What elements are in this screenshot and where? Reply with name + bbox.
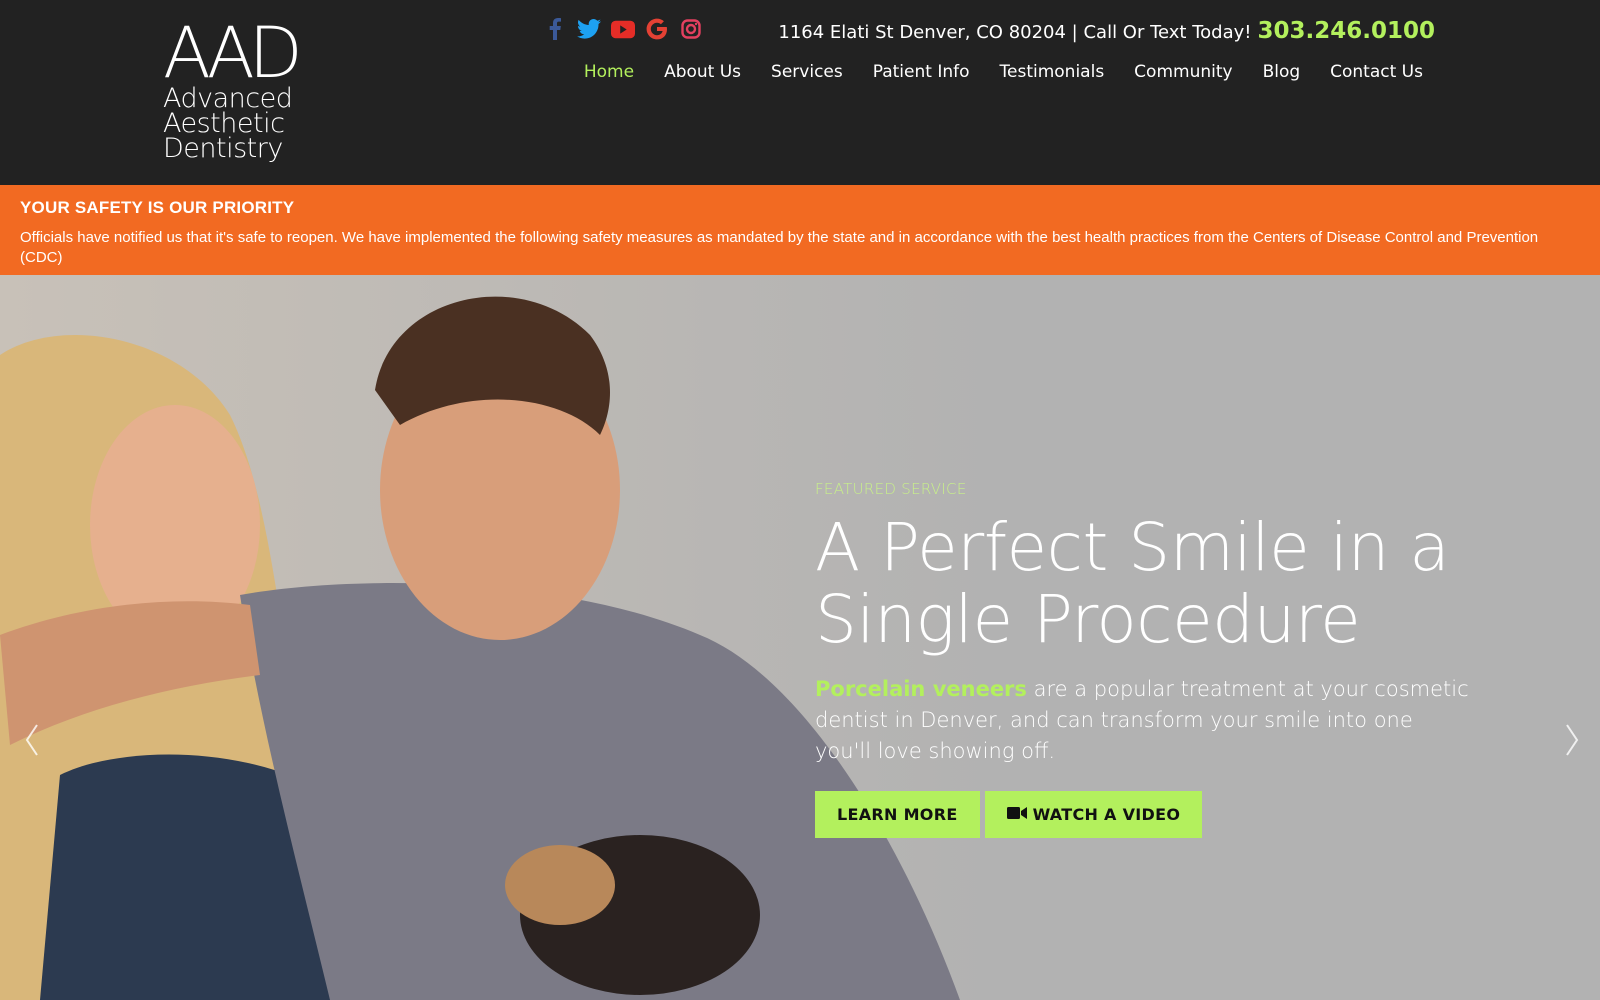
- nav-testimonials[interactable]: Testimonials: [1000, 62, 1105, 82]
- learn-more-button[interactable]: LEARN MORE: [815, 791, 980, 838]
- featured-service-label: FEATURED SERVICE: [815, 480, 967, 498]
- hero-buttons: LEARN MORE WATCH A VIDEO: [815, 791, 1475, 838]
- watch-video-button[interactable]: WATCH A VIDEO: [984, 791, 1203, 838]
- slider-next-icon[interactable]: [1562, 720, 1582, 760]
- nav-contact-us[interactable]: Contact Us: [1330, 62, 1423, 82]
- contact-line: 1164 Elati St Denver, CO 80204 | Call Or…: [778, 18, 1435, 44]
- main-nav: Home About Us Services Patient Info Test…: [584, 62, 1423, 82]
- banner-title: YOUR SAFETY IS OUR PRIORITY: [20, 198, 295, 217]
- hero-copy: FEATURED SERVICE A Perfect Smile in a Si…: [815, 480, 1475, 838]
- nav-community[interactable]: Community: [1134, 62, 1232, 82]
- safety-banner: YOUR SAFETY IS OUR PRIORITY Officials ha…: [0, 185, 1600, 275]
- phone-link[interactable]: 303.246.0100: [1257, 18, 1435, 44]
- facebook-icon[interactable]: [543, 16, 567, 42]
- slider-prev-icon[interactable]: [22, 720, 42, 760]
- google-icon[interactable]: [645, 16, 669, 42]
- watch-video-label: WATCH A VIDEO: [1032, 805, 1181, 824]
- site-header: AAD Advanced Aesthetic Dentistry 1164 El…: [0, 0, 1600, 185]
- instagram-icon[interactable]: [679, 16, 703, 42]
- youtube-icon[interactable]: [611, 16, 635, 42]
- hero-headline: A Perfect Smile in a Single Procedure: [815, 509, 1450, 658]
- nav-blog[interactable]: Blog: [1263, 62, 1301, 82]
- logo-line-3: Dentistry: [163, 133, 283, 164]
- nav-services[interactable]: Services: [771, 62, 843, 82]
- banner-text: Officials have notified us that it's saf…: [20, 229, 1539, 266]
- nav-patient-info[interactable]: Patient Info: [873, 62, 970, 82]
- nav-home[interactable]: Home: [584, 62, 634, 82]
- nav-about-us[interactable]: About Us: [664, 62, 741, 82]
- video-camera-icon: [1006, 805, 1027, 824]
- logo[interactable]: AAD Advanced Aesthetic Dentistry: [163, 12, 303, 165]
- logo-mark: AAD: [163, 12, 303, 94]
- hero-slider: FEATURED SERVICE A Perfect Smile in a Si…: [0, 275, 1600, 1000]
- address-text: 1164 Elati St Denver, CO 80204 | Call Or…: [778, 22, 1252, 43]
- porcelain-veneers-link[interactable]: Porcelain veneers: [815, 677, 1027, 701]
- social-links: [543, 16, 703, 42]
- twitter-icon[interactable]: [577, 16, 601, 42]
- learn-more-label: LEARN MORE: [837, 805, 958, 824]
- hero-description: Porcelain veneers are a popular treatmen…: [815, 674, 1475, 767]
